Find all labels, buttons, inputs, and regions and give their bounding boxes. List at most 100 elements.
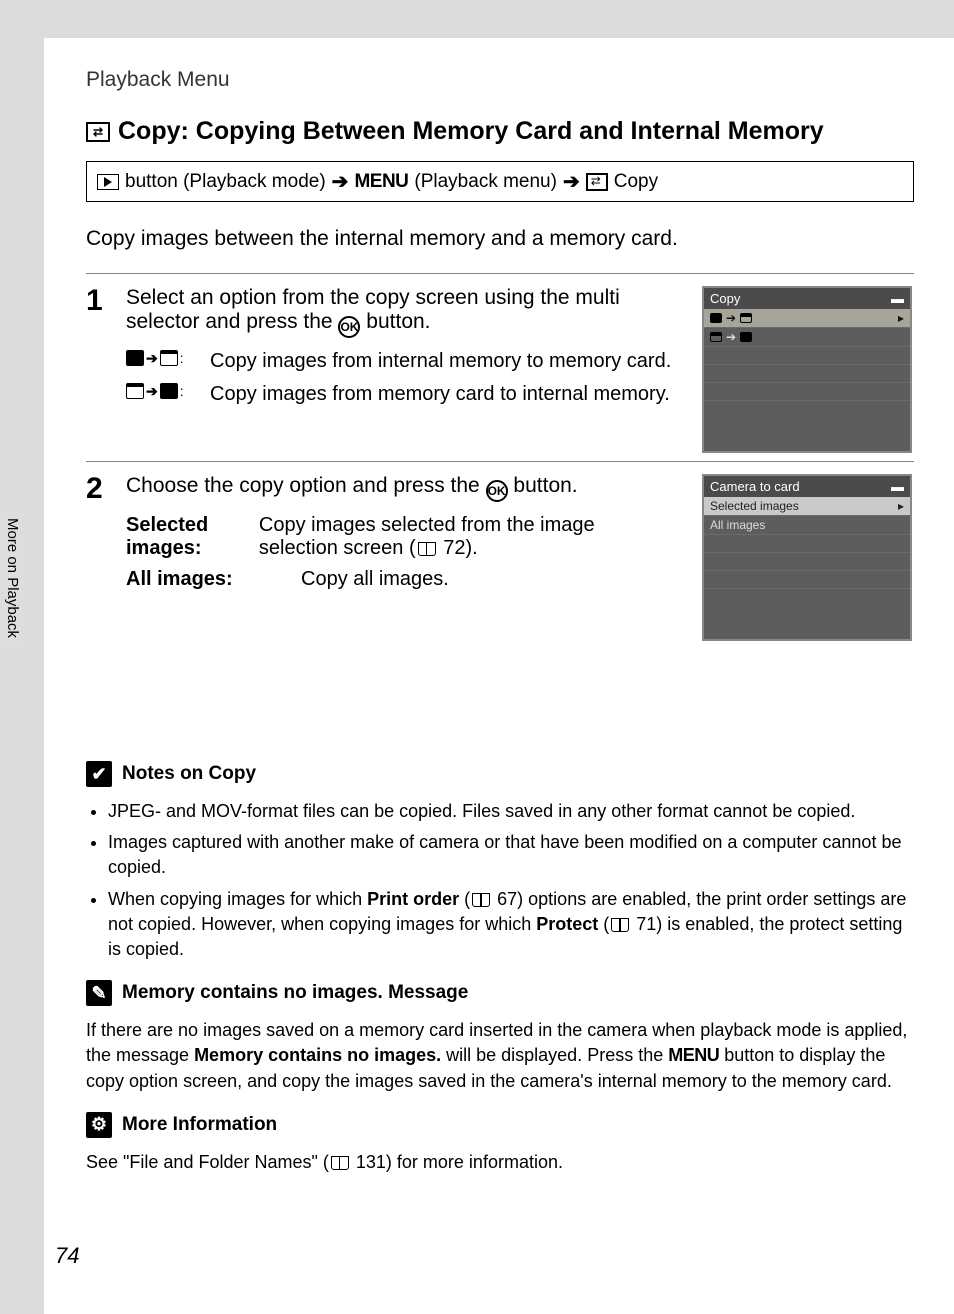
pencil-icon: ✎ [86,980,112,1006]
lcd-title: Camera to card ▬ [704,476,910,497]
b3a: When copying images for which [108,889,367,909]
page-number: 74 [55,1243,79,1269]
lcd-title: Copy ▬ [704,288,910,309]
def-all: All images: Copy all images. [126,568,676,591]
icon-in-to-card: ➔: [126,350,196,373]
note-bullet-3: When copying images for which Print orde… [108,887,914,963]
lcd-row-label: All images [710,518,765,532]
breadcrumb-part1: button (Playback mode) [125,171,326,193]
step2-screenshot: Camera to card ▬ Selected images ▸ All i… [694,474,914,641]
steps-container: 1 Select an option from the copy screen … [86,273,914,641]
side-tab: More on Playback [0,508,25,648]
book-icon [611,918,629,932]
title-text: Copy: Copying Between Memory Card and In… [118,117,824,146]
lcd-row-empty [704,365,910,383]
more-info-heading: ⚙ More Information [86,1112,914,1138]
ok-icon: OK [486,480,508,502]
b3-bold1: Print order [367,889,459,909]
lcd-title-text: Camera to card [710,479,800,494]
step-2: 2 Choose the copy option and press the O… [86,474,914,641]
step-body: Select an option from the copy screen us… [126,286,676,453]
menu-label: MENU [354,171,408,193]
breadcrumb-part2: (Playback menu) [414,171,557,193]
heading-text: Notes on Copy [122,763,256,785]
def-term: Selected images: [126,514,249,560]
note-bullet-1: JPEG- and MOV-format files can be copied… [108,799,914,824]
lcd-row-1: ➔ ▸ [704,309,910,328]
lcd-title-text: Copy [710,291,740,306]
more-info-para: See "File and Folder Names" ( 131) for m… [86,1150,914,1175]
option-card-to-internal: ➔: Copy images from memory card to inter… [126,383,676,406]
divider [86,461,914,462]
arrow-icon: ➔ [563,169,580,194]
step1-screenshot: Copy ▬ ➔ ▸ ➔ [694,286,914,453]
lcd-row-2: ➔ [704,328,910,347]
p3b: 131) for more information. [351,1152,563,1172]
lcd-copy-screen: Copy ▬ ➔ ▸ ➔ [702,286,912,453]
step1-options: ➔: Copy images from internal memory to m… [126,350,676,406]
intro-text: Copy images between the internal memory … [86,227,914,251]
battery-icon: ▬ [891,291,904,306]
chevron-right-icon: ▸ [898,499,904,513]
arrow-icon: ➔ [332,169,349,194]
chevron-right-icon: ▸ [898,311,904,325]
option-internal-to-card: ➔: Copy images from internal memory to m… [126,350,676,373]
lcd-row-empty [704,553,910,571]
copy-icon: ⇄ [86,122,110,142]
divider [86,273,914,274]
lcd-row-selected-images: Selected images ▸ [704,497,910,516]
copy-small-icon [586,173,608,191]
lcd-row2-icons: ➔ [710,330,752,344]
heading-text: More Information [122,1114,277,1136]
memory-message-heading: ✎ Memory contains no images. Message [86,980,914,1006]
def-term: All images: [126,568,291,591]
def1-b: 72). [438,537,478,559]
notes-area: ✔ Notes on Copy JPEG- and MOV-format fil… [86,761,914,1175]
heading-text: Memory contains no images. Message [122,982,468,1004]
lcd-row-empty [704,535,910,553]
lcd-row-empty [704,571,910,589]
b3-bold2: Protect [536,914,598,934]
lcd-camera-to-card: Camera to card ▬ Selected images ▸ All i… [702,474,912,641]
note-bullet-2: Images captured with another make of cam… [108,830,914,880]
p3a: See "File and Folder Names" ( [86,1152,329,1172]
icon-card-to-in: ➔: [126,383,196,406]
menu-label: MENU [668,1045,719,1065]
notes-on-copy-heading: ✔ Notes on Copy [86,761,914,787]
step2-text-a: Choose the copy option and press the [126,474,486,497]
def-val: Copy all images. [301,568,449,591]
ok-icon: OK [338,316,360,338]
page-content: Playback Menu ⇄ Copy: Copying Between Me… [44,38,954,1314]
lcd-row-empty [704,383,910,401]
b3d: ( [598,914,609,934]
opt2-text: Copy images from memory card to internal… [210,383,670,406]
magnifier-icon: ⚙ [86,1112,112,1138]
opt1-text: Copy images from internal memory to memo… [210,350,671,373]
book-icon [418,542,436,556]
step-1: 1 Select an option from the copy screen … [86,286,914,453]
step2-text-b: button. [508,474,578,497]
check-icon: ✔ [86,761,112,787]
step-body: Choose the copy option and press the OK … [126,474,676,641]
battery-icon: ▬ [891,479,904,494]
book-icon [331,1156,349,1170]
step-number: 1 [86,286,108,453]
playback-icon [97,174,119,190]
p2bold: Memory contains no images. [194,1045,441,1065]
step2-definitions: Selected images: Copy images selected fr… [126,514,676,591]
lcd-row1-icons: ➔ [710,311,752,325]
def-selected: Selected images: Copy images selected fr… [126,514,676,560]
b3b: ( [459,889,470,909]
header-section: Playback Menu [86,68,914,92]
step-number: 2 [86,474,108,641]
breadcrumb-copy: Copy [614,171,658,193]
lcd-row-empty [704,347,910,365]
notes-list: JPEG- and MOV-format files can be copied… [108,799,914,962]
page-title: ⇄ Copy: Copying Between Memory Card and … [86,117,914,146]
lcd-row-label: Selected images [710,499,799,513]
breadcrumb: button (Playback mode) ➔ MENU (Playback … [86,161,914,202]
step1-text-b: button. [360,310,430,333]
book-icon [472,893,490,907]
def-val: Copy images selected from the image sele… [259,514,676,560]
memory-message-para: If there are no images saved on a memory… [86,1018,914,1094]
